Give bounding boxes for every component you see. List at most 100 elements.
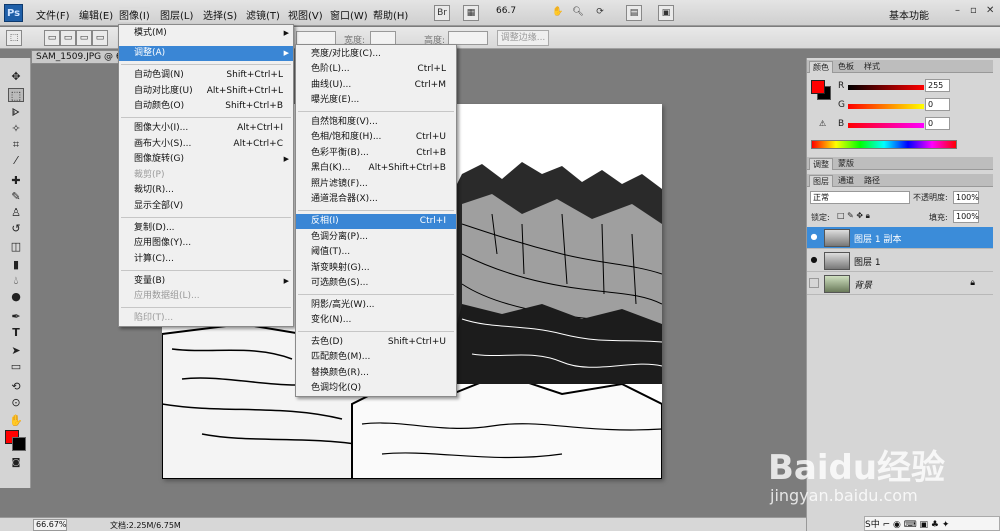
blend-mode-select[interactable]: 正常: [810, 191, 910, 204]
tab-adjustments[interactable]: 调整: [809, 158, 833, 170]
brush-tool-icon[interactable]: ✎: [8, 190, 24, 204]
menu-item-invert[interactable]: 反相(I) Ctrl+I: [296, 214, 456, 229]
menu-item-brightness-contrast[interactable]: 亮度/对比度(C)...: [296, 47, 456, 62]
b-slider[interactable]: [848, 123, 924, 128]
eraser-tool-icon[interactable]: ◫: [8, 240, 24, 254]
menu-item-canvas-size[interactable]: 画布大小(S)... Alt+Ctrl+C: [119, 137, 293, 152]
menu-item-hue-saturation[interactable]: 色相/饱和度(H)... Ctrl+U: [296, 130, 456, 145]
dodge-tool-icon[interactable]: ●: [8, 290, 24, 304]
marquee-preset-icon[interactable]: ⬚: [6, 30, 22, 46]
menu-item-calculations[interactable]: 计算(C)...: [119, 252, 293, 267]
arrange-documents-icon[interactable]: ▤: [626, 5, 642, 21]
layer-row[interactable]: ● 图层 1: [807, 250, 993, 272]
height-input[interactable]: [448, 31, 488, 45]
menu-item-posterize[interactable]: 色调分离(P)...: [296, 230, 456, 245]
menu-edit[interactable]: 编辑(E): [79, 7, 113, 22]
g-slider[interactable]: [848, 104, 924, 109]
layer-row[interactable]: 背景 🔒︎: [807, 273, 993, 295]
quick-mask-icon[interactable]: ◙: [8, 456, 24, 470]
menu-item-color-balance[interactable]: 色彩平衡(B)... Ctrl+B: [296, 146, 456, 161]
eye-icon[interactable]: ●: [809, 232, 819, 242]
opacity-input[interactable]: 100%: [953, 191, 979, 204]
menu-item-trim[interactable]: 裁切(R)...: [119, 183, 293, 198]
type-tool-icon[interactable]: T: [8, 326, 24, 340]
tab-layers[interactable]: 图层: [809, 175, 833, 187]
menu-filter[interactable]: 滤镜(T): [246, 7, 280, 22]
minimize-button[interactable]: –: [955, 5, 960, 16]
layer-row[interactable]: ● 图层 1 副本: [807, 227, 993, 249]
lock-options-icon[interactable]: □ ✎ ✥ 🔒︎: [837, 211, 870, 221]
path-selection-icon[interactable]: ➤: [8, 344, 24, 358]
color-spectrum[interactable]: [811, 140, 957, 149]
menu-item-adjustments[interactable]: 调整(A) ▶: [119, 46, 293, 61]
status-zoom[interactable]: 66.67%: [33, 519, 67, 531]
hand-tool-icon[interactable]: ✋: [550, 5, 566, 21]
menu-item-match-color[interactable]: 匹配颜色(M)...: [296, 350, 456, 365]
eye-icon[interactable]: ●: [809, 255, 819, 265]
menu-item-crop[interactable]: 裁剪(P): [119, 168, 293, 183]
menu-image[interactable]: 图像(I): [119, 7, 150, 22]
refine-edge-button[interactable]: 调整边缘...: [497, 30, 549, 46]
r-slider[interactable]: [848, 85, 924, 90]
menu-item-image-rotation[interactable]: 图像旋转(G) ▶: [119, 152, 293, 167]
shape-tool-icon[interactable]: ▭: [8, 360, 24, 374]
menu-item-photo-filter[interactable]: 照片滤镜(F)...: [296, 177, 456, 192]
menu-item-auto-tone[interactable]: 自动色调(N) Shift+Ctrl+L: [119, 68, 293, 83]
pen-tool-icon[interactable]: ✒: [8, 310, 24, 324]
tab-swatches[interactable]: 色板: [835, 61, 857, 73]
tab-masks[interactable]: 蒙版: [835, 158, 857, 170]
rotate-view-icon[interactable]: ⟳: [592, 5, 608, 21]
maximize-button[interactable]: ▫: [970, 5, 977, 16]
document-tab[interactable]: SAM_1509.JPG @ 66: [31, 50, 121, 64]
lasso-tool-icon[interactable]: ᐈ: [8, 106, 24, 120]
blur-tool-icon[interactable]: 💧︎: [8, 274, 24, 288]
eyedropper-icon[interactable]: ⁄: [8, 154, 24, 168]
menu-item-replace-color[interactable]: 替换颜色(R)...: [296, 366, 456, 381]
zoom-level[interactable]: 66.7: [496, 6, 530, 20]
bridge-icon[interactable]: Br: [434, 5, 450, 21]
menu-item-gradient-map[interactable]: 渐变映射(G)...: [296, 261, 456, 276]
eye-icon[interactable]: [809, 278, 819, 288]
menu-item-levels[interactable]: 色阶(L)... Ctrl+L: [296, 62, 456, 77]
menu-window[interactable]: 窗口(W): [330, 7, 368, 22]
menu-item-reveal-all[interactable]: 显示全部(V): [119, 199, 293, 214]
panel-foreground-swatch[interactable]: [811, 80, 825, 94]
minibridge-icon[interactable]: ▦: [463, 5, 479, 21]
history-brush-icon[interactable]: ↺: [8, 222, 24, 236]
healing-brush-icon[interactable]: ✚: [8, 174, 24, 188]
add-selection-icon[interactable]: ▭: [60, 30, 76, 46]
menu-item-shadows-highlights[interactable]: 阴影/高光(W)...: [296, 298, 456, 313]
workspace-switcher[interactable]: 基本功能: [889, 7, 929, 22]
gradient-tool-icon[interactable]: ▮: [8, 258, 24, 272]
menu-item-variations[interactable]: 变化(N)...: [296, 313, 456, 328]
menu-item-threshold[interactable]: 阈值(T)...: [296, 245, 456, 260]
3d-rotate-icon[interactable]: ⟲: [8, 380, 24, 394]
menu-item-auto-color[interactable]: 自动颜色(O) Shift+Ctrl+B: [119, 99, 293, 114]
3d-camera-icon[interactable]: ⊙: [8, 396, 24, 410]
intersect-selection-icon[interactable]: ▭: [92, 30, 108, 46]
menu-item-black-white[interactable]: 黑白(K)... Alt+Shift+Ctrl+B: [296, 161, 456, 176]
menu-item-desaturate[interactable]: 去色(D) Shift+Ctrl+U: [296, 335, 456, 350]
menu-item-duplicate[interactable]: 复制(D)...: [119, 221, 293, 236]
menu-item-auto-contrast[interactable]: 自动对比度(U) Alt+Shift+Ctrl+L: [119, 84, 293, 99]
menu-item-apply-image[interactable]: 应用图像(Y)...: [119, 236, 293, 251]
menu-file[interactable]: 文件(F): [36, 7, 70, 22]
b-value[interactable]: 0: [925, 117, 950, 130]
zoom-tool-icon[interactable]: 🔍︎: [570, 5, 586, 21]
new-selection-icon[interactable]: ▭: [44, 30, 60, 46]
menu-item-equalize[interactable]: 色调均化(Q): [296, 381, 456, 396]
marquee-tool-icon[interactable]: ⬚: [8, 88, 24, 102]
fill-input[interactable]: 100%: [953, 210, 979, 223]
tab-paths[interactable]: 路径: [861, 175, 883, 187]
r-value[interactable]: 255: [925, 79, 950, 92]
menu-item-channel-mixer[interactable]: 通道混合器(X)...: [296, 192, 456, 207]
background-color-swatch[interactable]: [12, 437, 26, 451]
magic-wand-icon[interactable]: ✧: [8, 122, 24, 136]
menu-item-vibrance[interactable]: 自然饱和度(V)...: [296, 115, 456, 130]
subtract-selection-icon[interactable]: ▭: [76, 30, 92, 46]
menu-item-mode[interactable]: 模式(M) ▶: [119, 26, 293, 41]
tab-channels[interactable]: 通道: [835, 175, 857, 187]
tab-styles[interactable]: 样式: [861, 61, 883, 73]
warning-icon[interactable]: ⚠: [819, 119, 826, 128]
menu-view[interactable]: 视图(V): [288, 7, 323, 22]
